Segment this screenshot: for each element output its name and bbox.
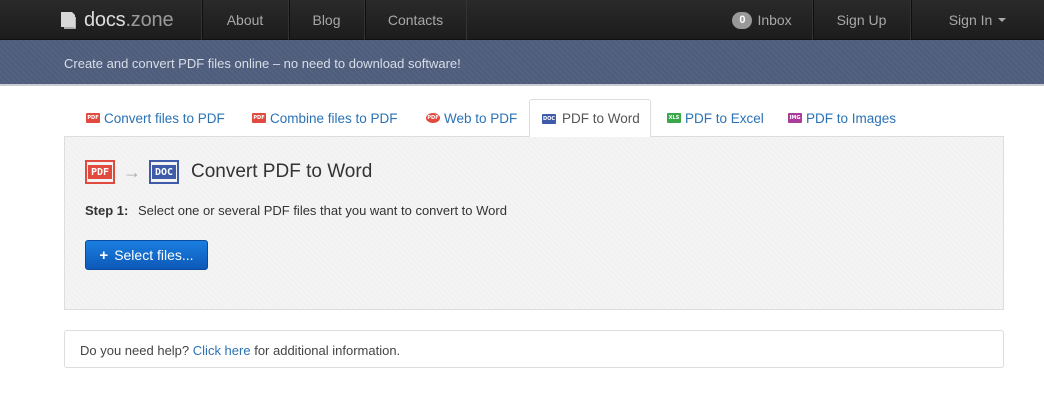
help-box: Do you need help? Click here for additio…: [64, 330, 1004, 368]
tab-label: Web to PDF: [444, 110, 518, 126]
sign-in-label: Sign In: [948, 12, 993, 28]
step-label: Step 1:: [85, 203, 129, 218]
tab-label: PDF to Images: [806, 110, 897, 126]
caret-down-icon: [998, 18, 1007, 22]
tab-pdf-to-word[interactable]: DOC PDF to Word: [529, 99, 651, 138]
nav-inbox[interactable]: 0 Inbox: [712, 0, 812, 40]
inbox-label: Inbox: [757, 12, 792, 28]
tab-label: Combine files to PDF: [270, 110, 398, 126]
select-files-label: Select files...: [114, 247, 194, 263]
subheader-banner: Create and convert PDF files online – no…: [0, 40, 1044, 86]
help-suffix: for additional information.: [254, 343, 401, 358]
nav-sign-up[interactable]: Sign Up: [812, 0, 910, 40]
convert-panel: PDF → DOC Convert PDF to Word Step 1: Se…: [64, 137, 1004, 310]
conversion-tabs: PDF Convert files to PDF PDF Combine fil…: [64, 99, 1004, 138]
help-link[interactable]: Click here: [193, 343, 251, 358]
panel-header: PDF → DOC Convert PDF to Word: [85, 157, 372, 187]
pdf-badge-icon: PDF: [85, 160, 115, 184]
tab-pdf-to-excel[interactable]: XLS PDF to Excel: [665, 99, 764, 137]
tab-combine-to-pdf[interactable]: PDF Combine files to PDF: [250, 99, 398, 137]
docs-logo-icon: [61, 12, 76, 29]
tab-web-to-pdf[interactable]: PDF Web to PDF: [424, 99, 517, 137]
select-files-button[interactable]: + Select files...: [85, 240, 208, 270]
tab-label: Convert files to PDF: [104, 110, 225, 126]
img-file-icon: IMG: [788, 113, 802, 123]
pdf-file-icon: PDF: [86, 113, 100, 123]
brand-logo[interactable]: docs.zone: [58, 0, 201, 40]
brand-suffix: .zone: [125, 8, 174, 31]
tagline: Create and convert PDF files online – no…: [64, 56, 461, 71]
help-prefix: Do you need help?: [80, 343, 190, 358]
nav-sign-in-dropdown[interactable]: Sign In: [910, 0, 1044, 40]
step-instruction: Step 1: Select one or several PDF files …: [85, 203, 507, 218]
doc-badge-icon: DOC: [149, 160, 179, 184]
web-pdf-icon: PDF: [426, 113, 440, 123]
nav-blog[interactable]: Blog: [288, 0, 364, 40]
nav-contacts[interactable]: Contacts: [364, 0, 467, 40]
tab-convert-to-pdf[interactable]: PDF Convert files to PDF: [84, 99, 225, 137]
inbox-count-badge: 0: [732, 11, 753, 29]
page-title: Convert PDF to Word: [191, 161, 373, 182]
combine-pdf-icon: PDF: [252, 113, 266, 123]
doc-file-icon: DOC: [542, 114, 556, 124]
nav-about[interactable]: About: [201, 0, 288, 40]
arrow-right-icon: →: [123, 161, 141, 182]
tab-pdf-to-images[interactable]: IMG PDF to Images: [786, 99, 896, 137]
brand-name: docs: [84, 8, 126, 31]
plus-icon: +: [99, 246, 109, 264]
xls-file-icon: XLS: [667, 113, 681, 123]
step-text: Select one or several PDF files that you…: [137, 203, 507, 218]
tab-label: PDF to Excel: [685, 110, 764, 126]
tab-label: PDF to Word: [562, 111, 640, 126]
top-navbar: docs.zone About Blog Contacts 0 Inbox Si…: [0, 0, 1044, 40]
